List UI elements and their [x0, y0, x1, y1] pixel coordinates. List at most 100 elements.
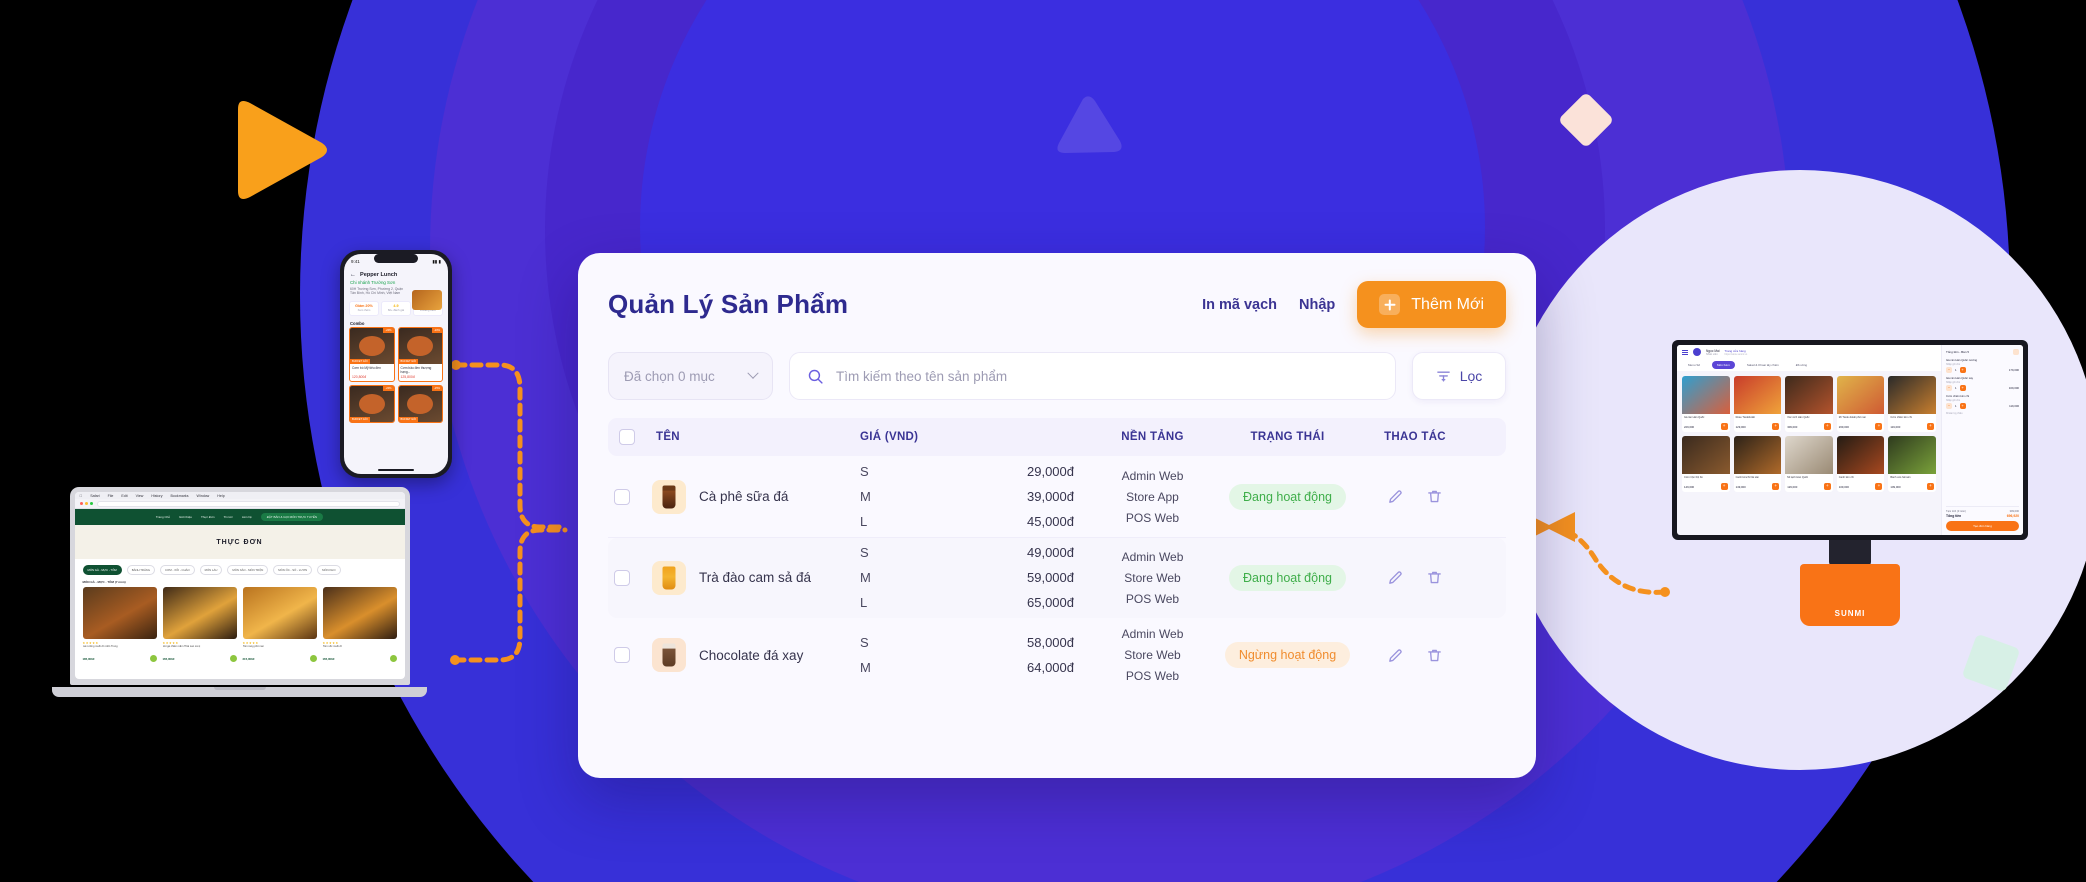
table-row[interactable]: Cà phê sữa đá S 29,000đ M 39,000đ L 45,000đ…: [608, 456, 1506, 538]
category-select[interactable]: Đã chọn 0 mục: [608, 352, 773, 400]
menubar-file[interactable]: File: [108, 494, 114, 498]
phone-chip-discount-label[interactable]: Xem thêm: [351, 308, 377, 312]
pos-qty-minus-icon[interactable]: −: [1946, 367, 1952, 373]
pos-add-icon[interactable]: +: [1772, 483, 1780, 490]
phone-product-image: -20% BUFFET GÓI: [350, 327, 394, 364]
nav-home[interactable]: Trang Chủ: [156, 515, 170, 519]
pos-store[interactable]: Trang cửa hàng https://store.sunmi.vn: [1724, 349, 1747, 356]
pos-add-icon[interactable]: +: [1720, 483, 1728, 490]
pos-create-order-button[interactable]: Tạo đơn hàng: [1946, 521, 2019, 531]
site-food-name: Đùi gà chiên mắm Thái Lan xá xị: [162, 645, 201, 648]
address-bar[interactable]: [96, 500, 400, 507]
nav-menu[interactable]: Thực Đơn: [201, 515, 215, 519]
pos-product-card[interactable]: Mì Tteok-bokki phô mai 269,000 +: [1836, 376, 1885, 432]
nav-contact[interactable]: Liên hệ: [242, 515, 252, 519]
menubar-edit[interactable]: Edit: [121, 494, 127, 498]
site-tab-4[interactable]: MÓN XÀO - MÓN TRỘN: [227, 565, 269, 575]
edit-icon[interactable]: [1387, 488, 1404, 505]
table-row[interactable]: Chocolate đá xay S 58,000đ M 64,000đ Admin…: [608, 618, 1506, 692]
pos-tab-2[interactable]: Salad & Khoai tây chiên: [1742, 361, 1784, 369]
window-controls[interactable]: [79, 502, 93, 505]
pos-product-card[interactable]: Rose Tteokbokki 129,000 +: [1733, 376, 1782, 432]
site-tab-0[interactable]: MÓN GÀ - MỰC - TÔM: [82, 565, 122, 575]
site-food-add-icon[interactable]: [229, 655, 237, 662]
site-tab-3[interactable]: MÓN LẨU: [199, 565, 223, 575]
filter-button[interactable]: Lọc: [1412, 352, 1506, 400]
pos-product-card[interactable]: Mì lạnh Hàn Quốc 129,000 +: [1785, 436, 1833, 492]
select-all-checkbox[interactable]: [619, 429, 635, 445]
nav-about[interactable]: Giới thiệu: [179, 515, 192, 519]
import-link[interactable]: Nhập: [1299, 297, 1335, 313]
menubar-window[interactable]: Window: [197, 494, 210, 498]
pos-product-card[interactable]: Cơm chiên kim chi 119,000 +: [1888, 376, 1936, 432]
pos-order-badge-icon[interactable]: [2013, 349, 2019, 355]
nav-cta-button[interactable]: ĐẶT BÀN & GỌI MÓN TRỰC TUYẾN: [260, 513, 324, 521]
pos-add-icon[interactable]: +: [1720, 423, 1728, 430]
pos-add-icon[interactable]: +: [1772, 423, 1780, 430]
menubar-help[interactable]: Help: [217, 494, 224, 498]
pos-product-card[interactable]: Canh kim chi 109,000 +: [1836, 436, 1885, 492]
row-checkbox[interactable]: [614, 488, 630, 505]
phone-product-card[interactable]: -20% BUFFET GÓI: [349, 384, 395, 423]
site-tab-1[interactable]: BÁNH TRÁNG: [126, 565, 156, 575]
pos-add-icon[interactable]: +: [1926, 483, 1934, 490]
delete-icon[interactable]: [1426, 647, 1443, 664]
menubar-view[interactable]: View: [136, 494, 144, 498]
edit-icon[interactable]: [1387, 569, 1404, 586]
site-food-card[interactable]: ★★★★★ Tôm xốc muối ớt 165,000đ: [322, 587, 397, 662]
phone-product-card[interactable]: -15% BUFFET GÓI: [397, 384, 443, 423]
pos-add-icon[interactable]: +: [1875, 483, 1883, 490]
row-checkbox[interactable]: [614, 569, 630, 586]
pos-qty-minus-icon[interactable]: −: [1946, 403, 1952, 409]
menubar-safari[interactable]: Safari: [90, 494, 99, 498]
pos-product-card[interactable]: Cơm trộn thịt bò 149,000 +: [1682, 436, 1730, 492]
phone-product-card[interactable]: -10% BUFFET GÓI Cơm bâu đen thượng hạng.…: [397, 326, 443, 382]
site-tab-2[interactable]: CƠM - XÔI - CHÁO: [160, 565, 195, 575]
site-food-card[interactable]: ★★★★★ Gà nướng muối ớt miền Trung 185,00…: [82, 587, 157, 662]
table-row[interactable]: Trà đào cam sả đá S 49,000đ M 59,000đ L 65,…: [608, 538, 1506, 618]
delete-icon[interactable]: [1426, 569, 1443, 586]
pos-qty-minus-icon[interactable]: −: [1946, 385, 1952, 391]
site-tab-6[interactable]: MÓN KHO: [317, 565, 341, 575]
pos-tab-3[interactable]: Đồ uống: [1791, 361, 1812, 369]
cell-actions: [1360, 488, 1470, 505]
search-input[interactable]: [836, 368, 1378, 384]
row-checkbox[interactable]: [614, 647, 630, 663]
pos-add-icon[interactable]: +: [1926, 423, 1934, 430]
search-box[interactable]: [789, 352, 1396, 400]
pos-product-grid: Gà rán Hàn Quốc 229,000 + Rose Tteokbokki 1…: [1677, 371, 1941, 535]
menubar-history[interactable]: History: [151, 494, 162, 498]
pos-qty-plus-icon[interactable]: +: [1959, 403, 1966, 409]
nav-news[interactable]: Tin tức: [224, 515, 233, 519]
pos-order-item-note[interactable]: Nhập ghi chú: [1946, 381, 2019, 384]
pos-order-item-note[interactable]: Nhập ghi chú: [1946, 399, 2019, 402]
pos-tab-1[interactable]: Món Kèm: [1712, 361, 1735, 369]
phone-product-card[interactable]: -20% BUFFET GÓI Cơm bò Mỹ tiêu đen 120,8…: [349, 326, 395, 382]
site-food-add-icon[interactable]: [389, 655, 397, 662]
pos-product-card[interactable]: Canh kimchi hải sản 149,000 +: [1733, 436, 1782, 492]
site-food-card[interactable]: ★★★★★ Tôm rang phô mai 215,000đ: [242, 587, 317, 662]
pos-tab-0[interactable]: Menu Số: [1683, 361, 1705, 369]
arrow-left-icon[interactable]: ←: [350, 272, 356, 278]
delete-icon[interactable]: [1426, 488, 1443, 505]
pos-product-card[interactable]: Xúc xích Hàn Quốc 309,000 +: [1785, 376, 1833, 432]
edit-icon[interactable]: [1387, 647, 1404, 664]
print-barcode-link[interactable]: In mã vạch: [1202, 297, 1277, 313]
cell-prices: S 29,000đ M 39,000đ L 45,000đ: [860, 464, 1090, 529]
site-tab-5[interactable]: MÓN ỐC - SÒ - LƯƠN: [273, 565, 313, 575]
pos-product-card[interactable]: Gà rán Hàn Quốc 229,000 +: [1682, 376, 1730, 432]
pos-add-icon[interactable]: +: [1823, 483, 1831, 490]
pos-add-icon[interactable]: +: [1823, 423, 1831, 430]
pos-qty-plus-icon[interactable]: +: [1959, 367, 1966, 373]
menubar-bookmarks[interactable]: Bookmarks: [171, 494, 189, 498]
menu-icon[interactable]: [1682, 349, 1688, 355]
site-food-add-icon[interactable]: [149, 655, 157, 662]
site-food-add-icon[interactable]: [309, 655, 317, 662]
price-value: 49,000đ: [1027, 545, 1074, 560]
add-new-button[interactable]: Thêm Mới: [1357, 281, 1506, 328]
site-food-card[interactable]: ★★★★★ Đùi gà chiên mắm Thái Lan xá xị 16…: [162, 587, 237, 662]
pos-add-icon[interactable]: +: [1875, 423, 1883, 430]
pos-order-item-note[interactable]: Nhập ghi chú: [1946, 363, 2019, 366]
pos-qty-plus-icon[interactable]: +: [1959, 385, 1966, 391]
pos-product-card[interactable]: Bánh xèo hải sản 109,000 +: [1888, 436, 1936, 492]
